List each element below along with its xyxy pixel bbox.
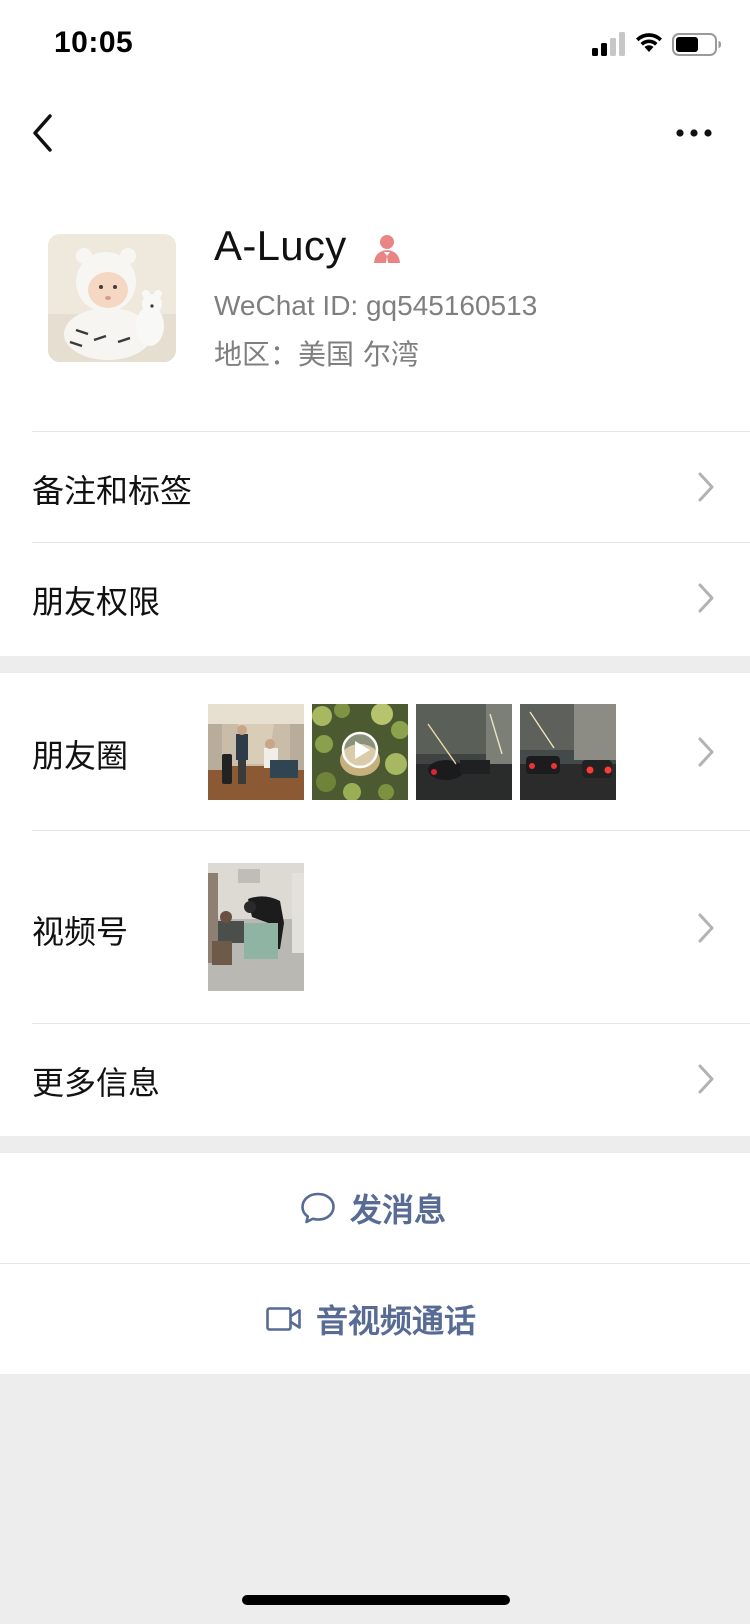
moments-thumbnail-plant-video [312,704,408,800]
content-group: 朋友圈 视频号 更多信息 [0,673,750,1136]
contact-profile-screen: 10:05 A-Lucy WeChat ID: gq545160513 地区：美… [0,0,750,1624]
row-label: 视频号 [32,913,129,951]
female-icon [374,235,400,263]
row-friend-permissions[interactable]: 朋友权限 [0,543,750,655]
row-label: 备注和标签 [32,472,193,510]
chevron-right-icon [698,1064,714,1094]
row-channels[interactable]: 视频号 [0,831,750,1024]
ellipsis-icon[interactable] [674,116,714,150]
moments-thumbnail-night-street [416,704,512,800]
video-camera-icon [266,1307,301,1331]
video-call-label: 音视频通话 [316,1302,477,1340]
send-message-button[interactable]: 发消息 [0,1153,750,1263]
settings-group: 备注和标签 朋友权限 [0,432,750,656]
wechat-id: WeChat ID: gq545160513 [214,290,538,321]
wifi-icon [636,33,662,52]
home-indicator [242,1595,510,1605]
navigation-bar [0,88,750,178]
moments-thumbnail-night-traffic [520,704,616,800]
status-bar: 10:05 [0,0,750,88]
row-label: 更多信息 [32,1064,161,1102]
chevron-right-icon [698,583,714,613]
baby-avatar-image [48,234,176,362]
cellular-signal-icon [592,32,625,56]
profile-header: A-Lucy WeChat ID: gq545160513 地区：美国 尔湾 [0,178,750,432]
avatar[interactable] [48,234,176,362]
region: 地区：美国 尔湾 [214,338,419,371]
battery-icon [672,33,721,56]
chevron-right-icon [698,472,714,502]
chat-bubble-icon [301,1192,335,1224]
status-time: 10:05 [54,26,134,59]
send-message-label: 发消息 [350,1191,447,1229]
channels-thumbnail-room [208,863,304,991]
video-call-button[interactable]: 音视频通话 [0,1264,750,1374]
chevron-right-icon [698,737,714,767]
row-label: 朋友圈 [32,737,129,775]
chevron-left-icon[interactable] [28,110,62,156]
row-remarks-and-tags[interactable]: 备注和标签 [0,432,750,543]
row-label: 朋友权限 [32,583,161,621]
row-more-info[interactable]: 更多信息 [0,1024,750,1136]
moments-thumbnail-hallway [208,704,304,800]
contact-name: A-Lucy [214,222,347,269]
chevron-right-icon [698,913,714,943]
row-moments[interactable]: 朋友圈 [0,673,750,831]
